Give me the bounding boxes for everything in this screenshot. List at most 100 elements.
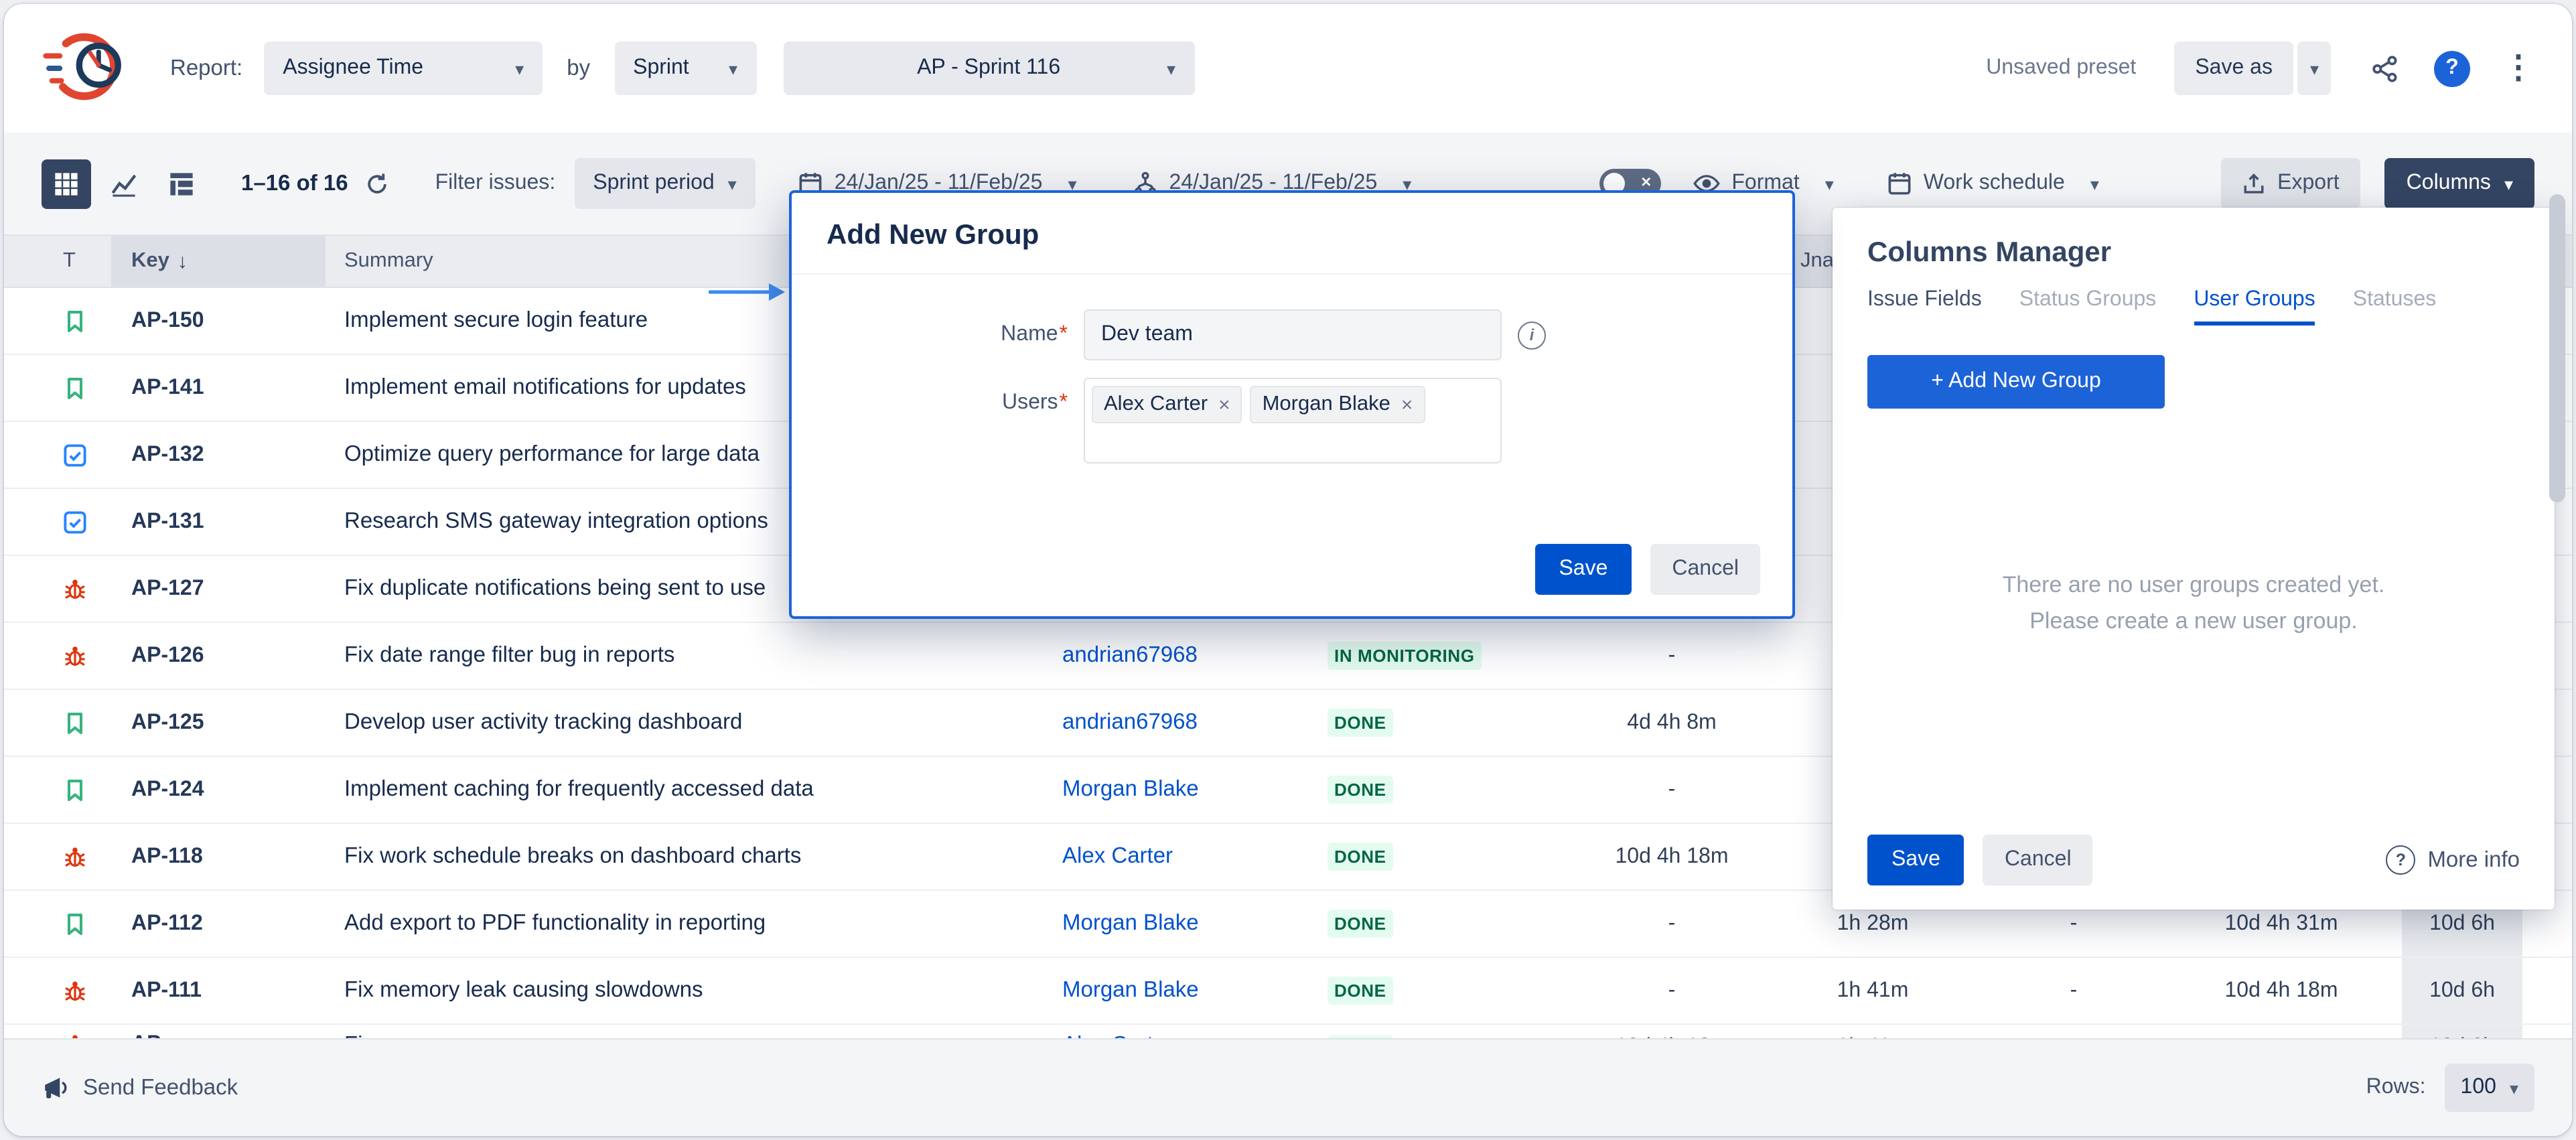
issue-key[interactable]: AP-118 <box>111 824 326 889</box>
issue-key[interactable]: AP-125 <box>111 690 326 756</box>
chevron-down-icon: ▾ <box>1167 60 1175 77</box>
required-marker: * <box>1060 391 1068 414</box>
remove-user-icon[interactable]: × <box>1401 393 1413 416</box>
chart-view-button[interactable] <box>99 159 149 208</box>
story-icon <box>63 711 87 735</box>
issue-key[interactable]: AP-141 <box>111 355 326 421</box>
export-label: Export <box>2277 171 2340 196</box>
export-button[interactable]: Export <box>2221 158 2361 209</box>
issue-summary: Fix work schedule breaks on dashboard ch… <box>326 824 1035 889</box>
chevron-down-icon: ▾ <box>729 60 737 77</box>
app-logo-icon <box>42 29 143 107</box>
panel-save-button[interactable]: Save <box>1867 835 1964 885</box>
columns-button[interactable]: Columns ▾ <box>2385 158 2534 209</box>
time-cell: - <box>1585 623 1759 689</box>
tab-user-groups[interactable]: User Groups <box>2194 288 2315 326</box>
chevron-down-icon: ▾ <box>728 175 737 192</box>
dialog-save-button[interactable]: Save <box>1534 544 1632 595</box>
tab-status-groups[interactable]: Status Groups <box>2019 288 2157 326</box>
task-icon <box>63 443 87 467</box>
assignee-link[interactable]: Morgan Blake <box>1062 978 1199 1003</box>
screen: Report: Assignee Time ▾ by Sprint ▾ AP -… <box>0 0 2576 1140</box>
dialog-title: Add New Group <box>792 193 1792 275</box>
help-icon[interactable]: ? <box>2434 50 2470 86</box>
kebab-menu-icon[interactable]: ⋮ <box>2502 52 2534 84</box>
column-header-type[interactable]: T <box>4 236 111 287</box>
assignee-link[interactable]: Morgan Blake <box>1062 911 1199 936</box>
add-new-group-button[interactable]: + Add New Group <box>1867 355 2165 409</box>
assignee-link[interactable]: Morgan Blake <box>1062 777 1199 802</box>
work-schedule-dropdown[interactable]: Work schedule ▾ <box>1887 171 2099 196</box>
task-icon <box>63 510 87 534</box>
pivot-view-button[interactable] <box>157 159 206 208</box>
issue-key[interactable]: AP-131 <box>111 489 326 555</box>
column-header-key[interactable]: Key ↓ <box>111 236 326 287</box>
pointer-arrow-icon <box>709 280 786 311</box>
rows-per-page-value: 100 <box>2461 1076 2496 1100</box>
report-type-dropdown[interactable]: Assignee Time ▾ <box>264 42 543 95</box>
issue-key[interactable]: AP-127 <box>111 556 326 622</box>
status-badge: DONE <box>1328 776 1393 804</box>
app-header: Report: Assignee Time ▾ by Sprint ▾ AP -… <box>4 4 2572 133</box>
story-icon <box>63 778 87 802</box>
issue-key[interactable]: AP-124 <box>111 757 326 823</box>
save-as-button[interactable]: Save as <box>2173 42 2294 95</box>
issue-summary: Develop user activity tracking dashboard <box>326 690 1035 756</box>
share-icon[interactable] <box>2371 54 2399 82</box>
issue-key[interactable]: AP-111 <box>111 958 326 1023</box>
issue-summary: Fix memory leak causing slowdowns <box>326 958 1035 1023</box>
scrollbar-thumb[interactable] <box>2549 194 2565 502</box>
report-type-value: Assignee Time <box>283 56 423 80</box>
save-as-menu-button[interactable]: ▾ <box>2298 42 2331 95</box>
key-header-label: Key <box>131 249 169 273</box>
rows-per-page-dropdown[interactable]: 100 ▾ <box>2445 1064 2534 1112</box>
story-icon <box>63 912 87 936</box>
assignee-link[interactable]: andrian67968 <box>1062 710 1198 735</box>
assignee-link[interactable]: andrian67968 <box>1062 643 1198 668</box>
issue-key[interactable]: AP-112 <box>111 891 326 956</box>
bug-icon <box>63 577 87 601</box>
dialog-cancel-button[interactable]: Cancel <box>1650 544 1760 595</box>
time-cell: - <box>1585 958 1759 1023</box>
tab-statuses[interactable]: Statuses <box>2353 288 2437 326</box>
period-dropdown[interactable]: Sprint period ▾ <box>574 158 756 209</box>
send-feedback-button[interactable]: Send Feedback <box>42 1075 238 1100</box>
period-value: Sprint period <box>593 171 714 196</box>
status-badge: DONE <box>1328 709 1393 737</box>
user-chip-label: Alex Carter <box>1104 393 1208 417</box>
time-cell: - <box>1585 891 1759 956</box>
more-info-link[interactable]: ? More info <box>2386 845 2520 875</box>
sprint-value: AP - Sprint 116 <box>917 56 1060 80</box>
users-input[interactable]: Alex Carter×Morgan Blake× <box>1084 378 1502 464</box>
time-cell: 10d 4h 18m <box>2161 958 2402 1023</box>
report-label: Report: <box>170 56 242 81</box>
group-by-dropdown[interactable]: Sprint ▾ <box>614 42 756 95</box>
status-badge: DONE <box>1328 977 1393 1005</box>
time-cell: - <box>1987 958 2161 1023</box>
chevron-down-icon: ▾ <box>2510 1079 2518 1096</box>
by-label: by <box>567 56 590 81</box>
panel-cancel-button[interactable]: Cancel <box>1983 835 2093 885</box>
bug-icon <box>63 845 87 869</box>
story-icon <box>63 309 87 333</box>
user-chip: Alex Carter × <box>1092 386 1242 423</box>
story-icon <box>63 376 87 400</box>
chevron-down-icon: ▾ <box>2310 60 2319 77</box>
remove-user-icon[interactable]: × <box>1218 393 1230 416</box>
tab-issue-fields[interactable]: Issue Fields <box>1867 288 1982 326</box>
issue-key[interactable]: AP-126 <box>111 623 326 689</box>
bottom-bar: Send Feedback Rows: 100 ▾ <box>4 1038 2572 1136</box>
rows-label: Rows: <box>2366 1076 2426 1100</box>
grid-view-button[interactable] <box>42 159 91 208</box>
sprint-select-dropdown[interactable]: AP - Sprint 116 ▾ <box>783 42 1194 95</box>
chevron-down-icon: ▾ <box>2090 175 2099 192</box>
issue-key[interactable]: AP-132 <box>111 422 326 488</box>
assignee-link[interactable]: Alex Carter <box>1062 844 1173 869</box>
group-name-input[interactable] <box>1084 309 1502 360</box>
issue-key[interactable]: AP-150 <box>111 288 326 354</box>
status-badge: DONE <box>1328 843 1393 871</box>
table-row[interactable]: AP-111Fix memory leak causing slowdowns M… <box>4 958 2572 1025</box>
preset-status: Unsaved preset <box>1986 56 2136 80</box>
add-group-dialog: Add New Group Name* i Users* Alex Carter… <box>789 190 1795 619</box>
refresh-icon[interactable] <box>364 171 390 196</box>
